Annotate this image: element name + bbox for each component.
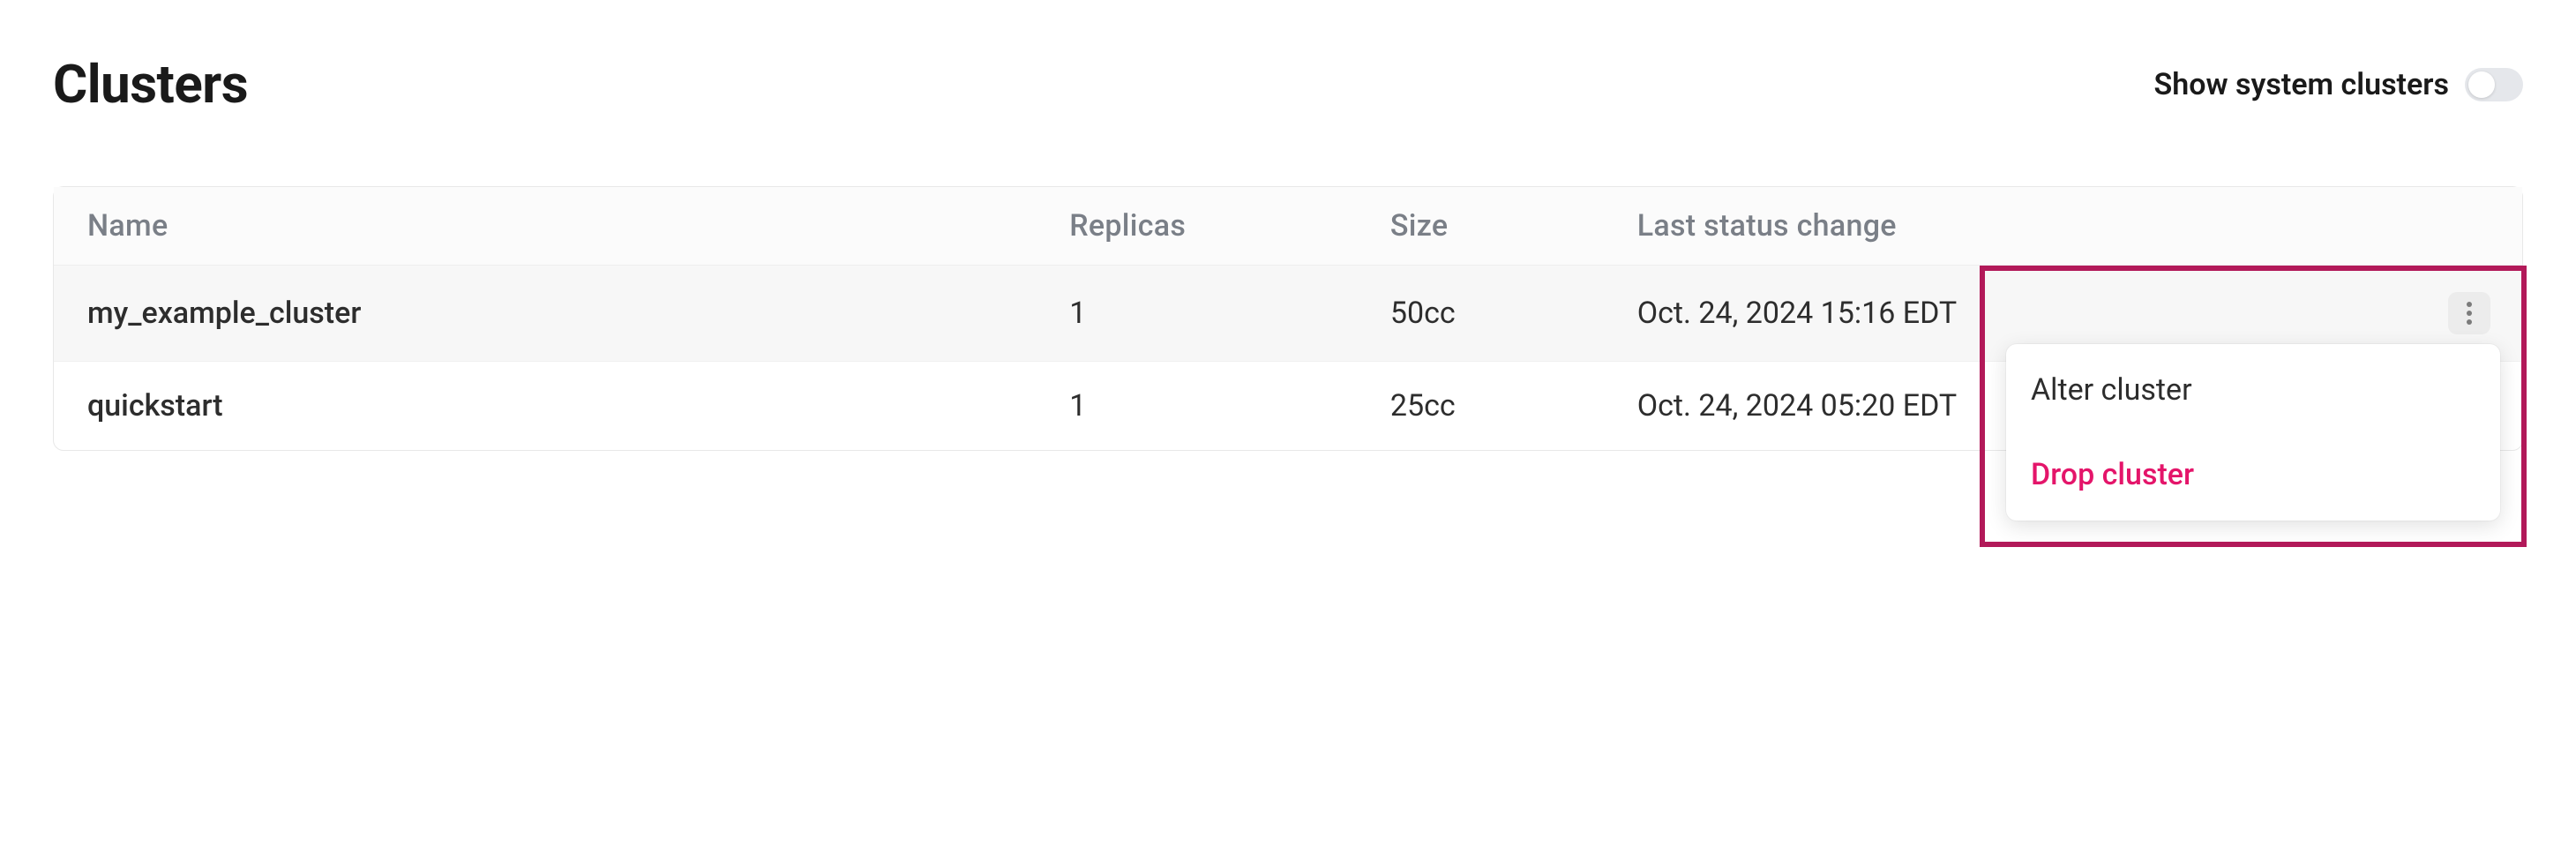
menu-item-drop-cluster[interactable]: Drop cluster	[2006, 432, 2500, 517]
column-header-actions	[2349, 187, 2522, 266]
cell-size: 50cc	[1362, 266, 1609, 362]
kebab-icon	[2466, 301, 2473, 326]
cell-size: 25cc	[1362, 362, 1609, 451]
column-header-replicas: Replicas	[1041, 187, 1362, 266]
cell-replicas: 1	[1041, 362, 1362, 451]
menu-item-alter-cluster[interactable]: Alter cluster	[2006, 348, 2500, 432]
table-header-row: Name Replicas Size Last status change	[54, 187, 2522, 266]
toggle-knob	[2468, 71, 2495, 98]
row-actions-button[interactable]	[2448, 292, 2490, 334]
show-system-clusters-control: Show system clusters	[2153, 67, 2523, 102]
row-actions-menu: Alter cluster Drop cluster	[2006, 344, 2500, 521]
cell-replicas: 1	[1041, 266, 1362, 362]
column-header-name: Name	[54, 187, 1041, 266]
show-system-clusters-toggle[interactable]	[2465, 68, 2523, 101]
cell-name: quickstart	[54, 362, 1041, 451]
page-header: Clusters Show system clusters	[53, 53, 2523, 116]
column-header-last-status-change: Last status change	[1609, 187, 2349, 266]
page-title: Clusters	[53, 53, 248, 116]
cell-name: my_example_cluster	[54, 266, 1041, 362]
clusters-table-container: Name Replicas Size Last status change my…	[53, 186, 2523, 451]
column-header-size: Size	[1362, 187, 1609, 266]
toggle-label: Show system clusters	[2153, 67, 2449, 102]
